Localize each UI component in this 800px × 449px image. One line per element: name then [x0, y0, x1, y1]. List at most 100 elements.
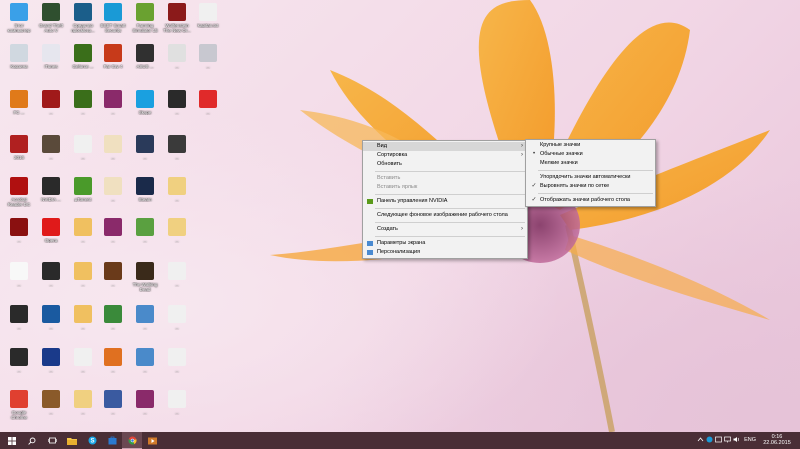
desktop-icon[interactable]: Корзина: [4, 44, 34, 69]
desktop-icon[interactable]: Acrobat Reader DC: [4, 177, 34, 207]
desktop-icon[interactable]: ...: [68, 390, 98, 415]
desktop-icon[interactable]: µTorrent: [68, 177, 98, 202]
chevron-up-icon[interactable]: [697, 436, 704, 443]
desktop-icon[interactable]: ...: [162, 348, 192, 373]
desktop-icon[interactable]: ...: [4, 305, 34, 330]
view-submenu-item[interactable]: • Обычные значки: [526, 150, 655, 159]
desktop-icon[interactable]: ...: [162, 305, 192, 330]
context-menu-item-label: Панель управления NVIDIA: [377, 198, 448, 204]
desktop-icon[interactable]: ...: [130, 218, 160, 243]
desktop-icon[interactable]: ...: [98, 348, 128, 373]
desktop-icon[interactable]: ...: [98, 135, 128, 160]
start-button[interactable]: [2, 432, 22, 449]
desktop-icon[interactable]: ASUS ...: [130, 44, 160, 69]
desktop[interactable]: Этот компьютер Grand Theft Auto V Средство…: [0, 0, 800, 432]
desktop-icon[interactable]: ESET Smart Security: [98, 3, 128, 33]
desktop-icon[interactable]: kapitan.txt: [193, 3, 223, 28]
desktop-icon[interactable]: Far Cry 4: [98, 44, 128, 69]
desktop-icon[interactable]: ...: [193, 44, 223, 69]
desktop-icon[interactable]: ...: [98, 305, 128, 330]
view-submenu-item[interactable]: Упорядочить значки автоматически: [526, 173, 655, 182]
desktop-icon[interactable]: Wolfenstein The New Or...: [162, 3, 192, 33]
view-submenu-item[interactable]: ✓ Выровнять значки по сетке: [526, 182, 655, 191]
context-menu-item[interactable]: Обновить: [363, 160, 527, 169]
desktop-icon[interactable]: FC ...: [4, 90, 34, 115]
clock[interactable]: 0:16 22.06.2015: [760, 434, 794, 446]
desktop-icon[interactable]: Grand Theft Auto V: [36, 3, 66, 33]
context-menu-item[interactable]: Вид ›: [363, 142, 527, 151]
desktop-icon[interactable]: ...: [162, 90, 192, 115]
desktop-icon[interactable]: ...: [98, 177, 128, 202]
desktop-icon[interactable]: ...: [68, 305, 98, 330]
desktop-icon[interactable]: ...: [36, 135, 66, 160]
desktop-icon[interactable]: NVIDIA ...: [36, 177, 66, 202]
desktop-icon[interactable]: ...: [162, 262, 192, 287]
desktop-icon[interactable]: Этот компьютер: [4, 3, 34, 33]
desktop-icon[interactable]: ...: [4, 262, 34, 287]
desktop-icon-label: ...: [111, 155, 115, 160]
desktop-icon[interactable]: ...: [130, 348, 160, 373]
desktop-icon[interactable]: ...: [36, 348, 66, 373]
desktop-icon[interactable]: ...: [98, 262, 128, 287]
desktop-icon[interactable]: ...: [162, 390, 192, 415]
desktop-icon[interactable]: ...: [130, 305, 160, 330]
desktop-icon[interactable]: 2016: [4, 135, 34, 160]
view-submenu-item[interactable]: ✓ Отображать значки рабочего стола: [526, 196, 655, 205]
context-menu-item[interactable]: Создать ›: [363, 225, 527, 234]
task-view-button[interactable]: [42, 432, 62, 449]
context-menu-item[interactable]: Параметры экрана: [363, 239, 527, 248]
display-icon: [367, 241, 373, 246]
taskbar-chrome[interactable]: [122, 432, 142, 449]
input-language[interactable]: ENG: [744, 437, 756, 443]
desktop-icon[interactable]: ...: [130, 390, 160, 415]
desktop-icon[interactable]: ...: [68, 218, 98, 243]
view-submenu-item[interactable]: Мелкие значки: [526, 159, 655, 168]
desktop-icon[interactable]: ...: [68, 262, 98, 287]
search-button[interactable]: [22, 432, 42, 449]
network-icon[interactable]: [724, 436, 731, 443]
desktop-icon[interactable]: ...: [36, 305, 66, 330]
context-menu-item[interactable]: Персонализация: [363, 248, 527, 257]
desktop-icon[interactable]: ...: [4, 218, 34, 243]
desktop-icon[interactable]: Steam: [130, 177, 160, 202]
desktop-icon[interactable]: ...: [162, 135, 192, 160]
context-menu-item[interactable]: Следующее фоновое изображение рабочего с…: [363, 211, 527, 220]
desktop-icon[interactable]: ...: [68, 348, 98, 373]
taskbar-media[interactable]: [142, 432, 162, 449]
desktop-icon[interactable]: ...: [130, 135, 160, 160]
desktop-icon[interactable]: Farming Simulator 15: [130, 3, 160, 33]
taskbar-skype[interactable]: S: [82, 432, 102, 449]
notifications-icon[interactable]: [715, 436, 722, 443]
desktop-icon[interactable]: ...: [193, 90, 223, 115]
context-menu-item[interactable]: Панель управления NVIDIA: [363, 197, 527, 206]
desktop-icon[interactable]: The Walking Dead: [130, 262, 160, 292]
desktop-icon[interactable]: ...: [68, 135, 98, 160]
taskbar-store[interactable]: [102, 432, 122, 449]
desktop-icon[interactable]: ...: [4, 348, 34, 373]
desktop-icon-label: ...: [49, 155, 53, 160]
desktop-icon[interactable]: ...: [162, 218, 192, 243]
view-submenu-item[interactable]: Крупные значки: [526, 141, 655, 150]
desktop-icon[interactable]: Skype: [130, 90, 160, 115]
context-menu-item[interactable]: Сортировка ›: [363, 151, 527, 160]
desktop-icon[interactable]: ...: [98, 390, 128, 415]
desktop-icon[interactable]: Geforce ...: [68, 44, 98, 69]
desktop-icon[interactable]: ...: [36, 262, 66, 287]
desktop-icon[interactable]: ...: [36, 390, 66, 415]
antivirus-tray-icon[interactable]: [706, 436, 713, 443]
desktop-icon[interactable]: iTunes: [36, 44, 66, 69]
desktop-icon[interactable]: ...: [36, 90, 66, 115]
desktop-icon[interactable]: ...: [162, 177, 192, 202]
desktop-icon[interactable]: ...: [162, 44, 192, 69]
desktop-icon[interactable]: ...: [98, 90, 128, 115]
desktop-icon[interactable]: Средство просмотр...: [68, 3, 98, 33]
taskbar-explorer[interactable]: [62, 432, 82, 449]
volume-icon[interactable]: [733, 436, 740, 443]
task-view-icon: [47, 437, 57, 444]
desktop-icon[interactable]: Google Chrome: [4, 390, 34, 420]
desktop-icon[interactable]: ...: [68, 90, 98, 115]
game-icon: [10, 135, 28, 153]
desktop-icon[interactable]: ...: [98, 218, 128, 243]
desktop-icon[interactable]: Opera: [36, 218, 66, 243]
archive-icon: [104, 90, 122, 108]
